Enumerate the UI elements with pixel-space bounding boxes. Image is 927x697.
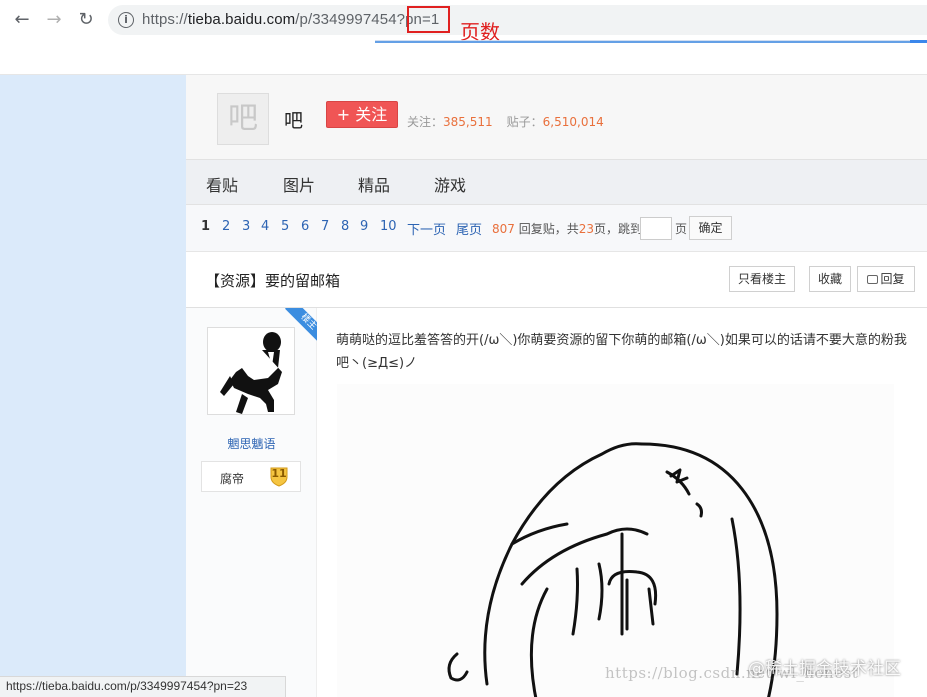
forum-header: 吧 吧 + 关注 关注：385,511 贴子：6,510,014 [186, 75, 927, 159]
posts-count: 6,510,014 [542, 115, 604, 129]
post-content: 萌萌哒的逗比羞答答的开(/ω＼)你萌要资源的留下你萌的邮箱(/ω＼)如果可以的话… [317, 308, 927, 697]
op-badge: 楼主 [278, 308, 318, 348]
tab-featured[interactable]: 精品 [358, 172, 390, 196]
reply-button[interactable]: 回复 [857, 266, 915, 292]
last-page-link[interactable]: 尾页 [456, 219, 482, 238]
post-author-panel: 楼主 魍思魑语 腐帝 11 [186, 308, 318, 697]
forward-arrow-icon[interactable]: → [42, 8, 66, 32]
confirm-button[interactable]: 确定 [689, 216, 732, 240]
page-jump-input[interactable] [640, 217, 672, 240]
back-arrow-icon[interactable]: ← [10, 8, 34, 32]
post-text: 萌萌哒的逗比羞答答的开(/ω＼)你萌要资源的留下你萌的邮箱(/ω＼)如果可以的话… [336, 333, 907, 371]
post-drawing [447, 442, 779, 697]
tab-images[interactable]: 图片 [283, 172, 315, 196]
comment-icon [867, 275, 879, 284]
info-icon[interactable]: i [118, 12, 134, 28]
forum-stats: 关注：385,511 贴子：6,510,014 [407, 115, 604, 129]
page-link[interactable]: 9 [360, 219, 368, 234]
only-op-button[interactable]: 只看楼主 [729, 266, 795, 292]
page-unit-label: 页 [675, 222, 688, 236]
page-link[interactable]: 8 [341, 219, 349, 234]
forum-panel: 吧 吧 + 关注 关注：385,511 贴子：6,510,014 看贴 图片 精品… [186, 75, 927, 697]
page-link[interactable]: 10 [380, 219, 397, 234]
browser-toolbar: ← → ↻ i https://tieba.baidu.com/p/334999… [0, 0, 927, 44]
followers-count: 385,511 [443, 115, 493, 129]
follow-button[interactable]: + 关注 [326, 101, 398, 128]
address-bar[interactable]: i https://tieba.baidu.com/p/3349997454?p… [108, 5, 927, 35]
tab-posts[interactable]: 看贴 [206, 172, 238, 196]
author-name[interactable]: 魍思魑语 [186, 435, 317, 452]
reply-count-info: 807 回复贴，共23页，跳到 [492, 222, 643, 236]
post-image[interactable] [337, 384, 894, 697]
site-header [0, 43, 927, 75]
level-title: 腐帝 [220, 472, 245, 486]
level-number: 11 [271, 467, 287, 480]
page-link[interactable]: 4 [261, 219, 269, 234]
thread-title: 【资源】要的留邮箱 [205, 272, 341, 290]
page-link[interactable]: 5 [281, 219, 289, 234]
url-text[interactable]: https://tieba.baidu.com/p/3349997454?pn=… [142, 11, 439, 28]
forum-avatar[interactable]: 吧 [217, 93, 269, 145]
page-link[interactable]: 6 [301, 219, 309, 234]
link-status-bubble: https://tieba.baidu.com/p/3349997454?pn=… [0, 676, 286, 697]
forum-tabs: 看贴 图片 精品 游戏 [186, 159, 927, 205]
page-link[interactable]: 3 [242, 219, 250, 234]
url-param-highlight [407, 6, 450, 33]
favorite-button[interactable]: 收藏 [809, 266, 851, 292]
user-level[interactable]: 腐帝 11 [201, 461, 301, 492]
reload-icon[interactable]: ↻ [74, 8, 98, 32]
tab-games[interactable]: 游戏 [434, 172, 466, 196]
forum-name[interactable]: 吧 [284, 106, 303, 133]
juejin-watermark: @稀土掘金技术社区 [748, 659, 901, 679]
thread-header: 【资源】要的留邮箱 只看楼主 收藏 回复 [186, 251, 927, 308]
pagination-bar: 1 2 3 4 5 6 7 8 9 10 下一页 尾页 807 回复贴，共23页… [186, 205, 927, 251]
page-current: 1 [201, 219, 211, 234]
next-page-link[interactable]: 下一页 [407, 219, 446, 238]
page-link[interactable]: 7 [321, 219, 329, 234]
page-link[interactable]: 2 [222, 219, 230, 234]
